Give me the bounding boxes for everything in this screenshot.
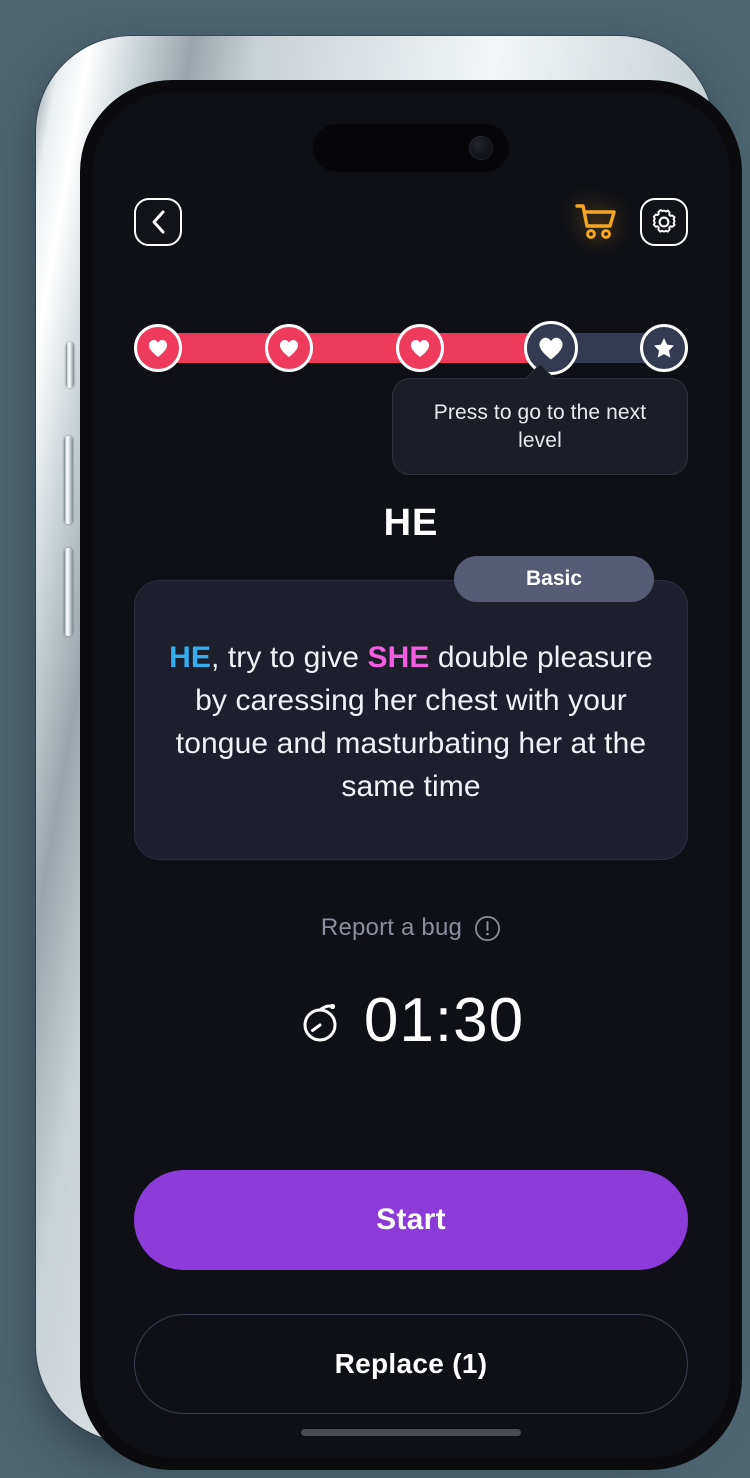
- task-middle: , try to give: [210, 641, 368, 675]
- next-level-tooltip: Press to go to the next level: [392, 363, 688, 476]
- phone-frame: Press to go to the next level HE Basic H…: [36, 36, 742, 1470]
- task-role-he: HE: [169, 641, 211, 675]
- volume-up-button[interactable]: [64, 436, 73, 524]
- app-screen: Press to go to the next level HE Basic H…: [92, 92, 730, 1458]
- difficulty-badge: Basic: [454, 556, 654, 602]
- top-bar: [134, 196, 688, 248]
- level-node-5-final[interactable]: [640, 324, 688, 372]
- star-icon: [654, 338, 674, 358]
- level-node-2[interactable]: [265, 324, 313, 372]
- page-title: HE: [383, 502, 439, 544]
- task-card: HE, try to give SHE double pleasure by c…: [134, 580, 688, 860]
- level-progress-bar: [134, 321, 688, 375]
- chevron-left-icon: [152, 210, 165, 234]
- gear-icon: [652, 209, 676, 233]
- report-bug-button[interactable]: Report a bug: [92, 914, 730, 942]
- progress-track-fill: [144, 333, 558, 363]
- timer-value: 01:30: [363, 986, 525, 1055]
- heart-icon: [410, 339, 430, 357]
- report-bug-label: Report a bug: [320, 914, 463, 941]
- timer-row: 01:30: [92, 990, 730, 1052]
- task-text: HE, try to give SHE double pleasure by c…: [161, 637, 661, 809]
- task-role-she: SHE: [367, 641, 430, 675]
- stopwatch-icon: [303, 1003, 337, 1042]
- level-node-1[interactable]: [134, 324, 182, 372]
- shopping-cart-icon: [575, 204, 616, 239]
- level-node-4-current[interactable]: [524, 321, 578, 375]
- settings-button[interactable]: [640, 198, 688, 246]
- shop-cart-button[interactable]: [570, 197, 622, 247]
- volume-down-button[interactable]: [64, 548, 73, 636]
- back-button[interactable]: [134, 198, 182, 246]
- exclamation-circle-icon: [475, 915, 501, 941]
- phone-screen: Press to go to the next level HE Basic H…: [92, 92, 730, 1458]
- top-bar-right-group: [570, 197, 688, 247]
- start-button[interactable]: Start: [134, 1170, 688, 1270]
- level-node-3[interactable]: [396, 324, 444, 372]
- silent-switch-button[interactable]: [66, 342, 74, 388]
- heart-icon: [148, 339, 168, 357]
- heart-icon: [279, 339, 299, 357]
- heart-icon: [539, 337, 563, 360]
- home-indicator[interactable]: [301, 1429, 521, 1436]
- tooltip-text: Press to go to the next level: [433, 401, 647, 452]
- replace-button[interactable]: Replace (1): [134, 1314, 688, 1414]
